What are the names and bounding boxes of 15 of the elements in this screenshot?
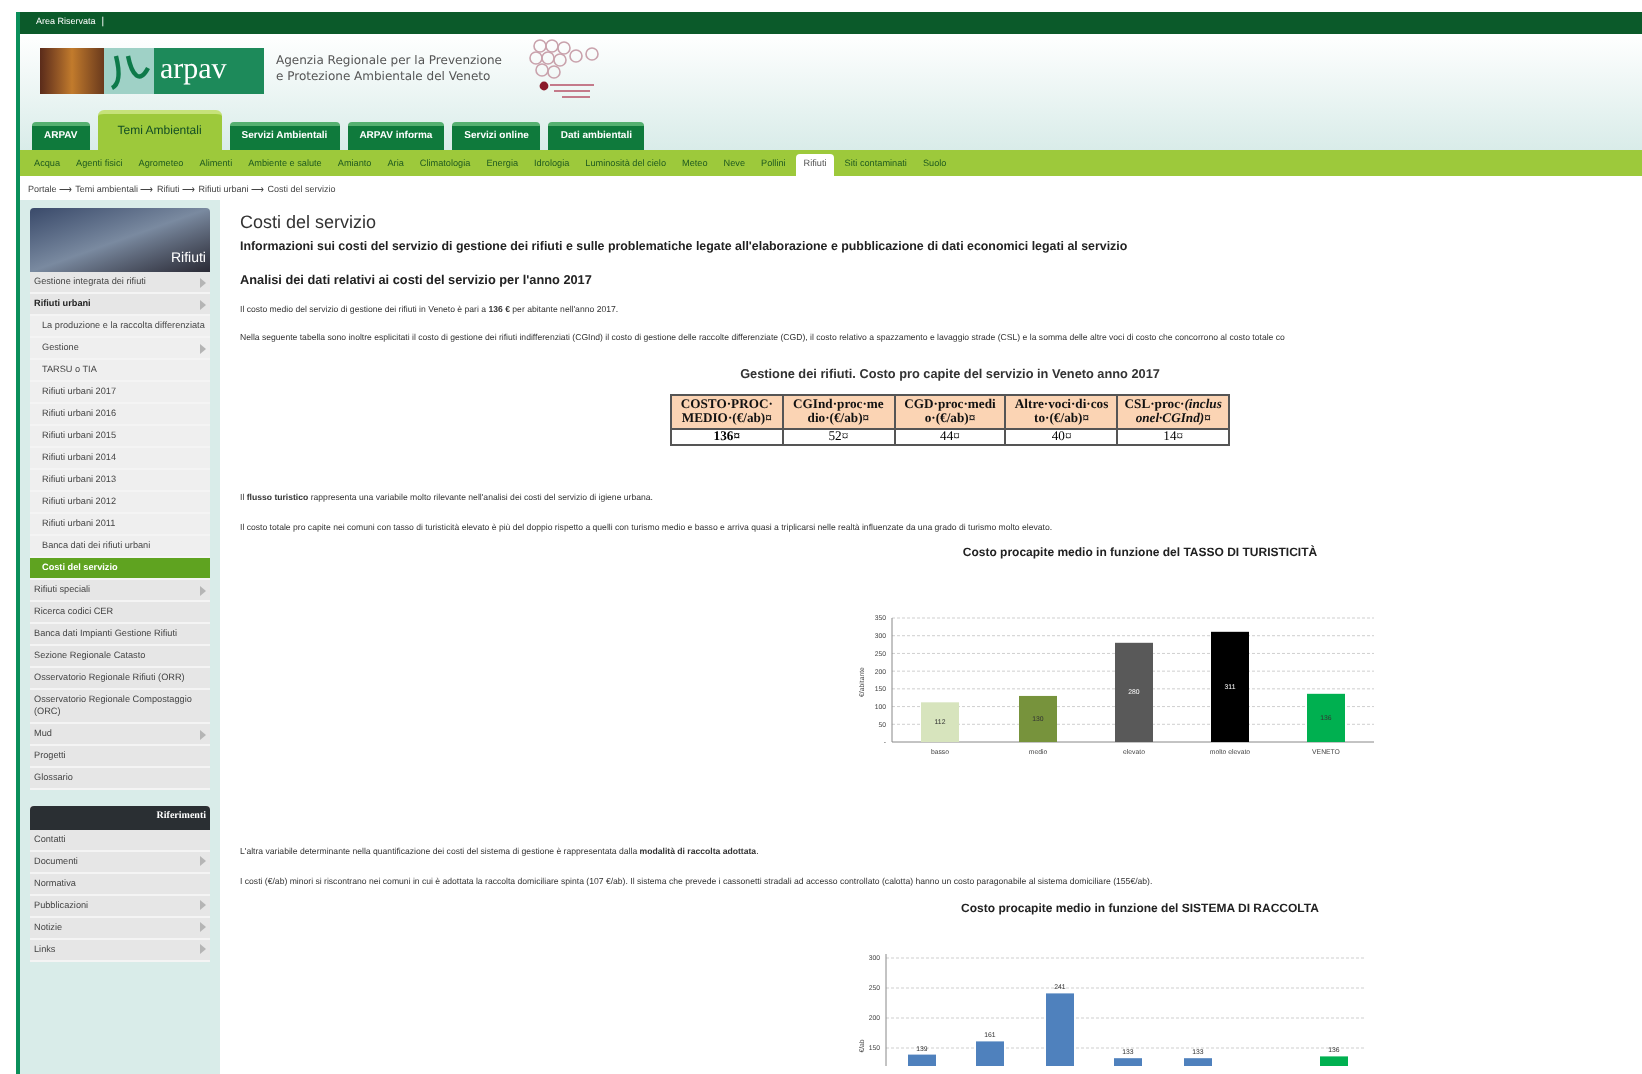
bar xyxy=(1211,632,1249,743)
bar xyxy=(921,702,959,743)
bar xyxy=(1115,643,1153,743)
bar xyxy=(1307,694,1345,743)
page-title: Costi del servizio xyxy=(240,212,379,234)
y-axis xyxy=(891,618,893,744)
bar xyxy=(1114,1058,1142,1067)
bar xyxy=(976,1041,1004,1067)
bar xyxy=(1046,993,1074,1067)
bar xyxy=(1019,696,1057,743)
bar xyxy=(908,1054,936,1067)
bar xyxy=(1184,1058,1212,1067)
arpav-logo: arpav xyxy=(154,48,264,94)
bar xyxy=(1320,1056,1348,1067)
y-axis xyxy=(885,953,887,1067)
